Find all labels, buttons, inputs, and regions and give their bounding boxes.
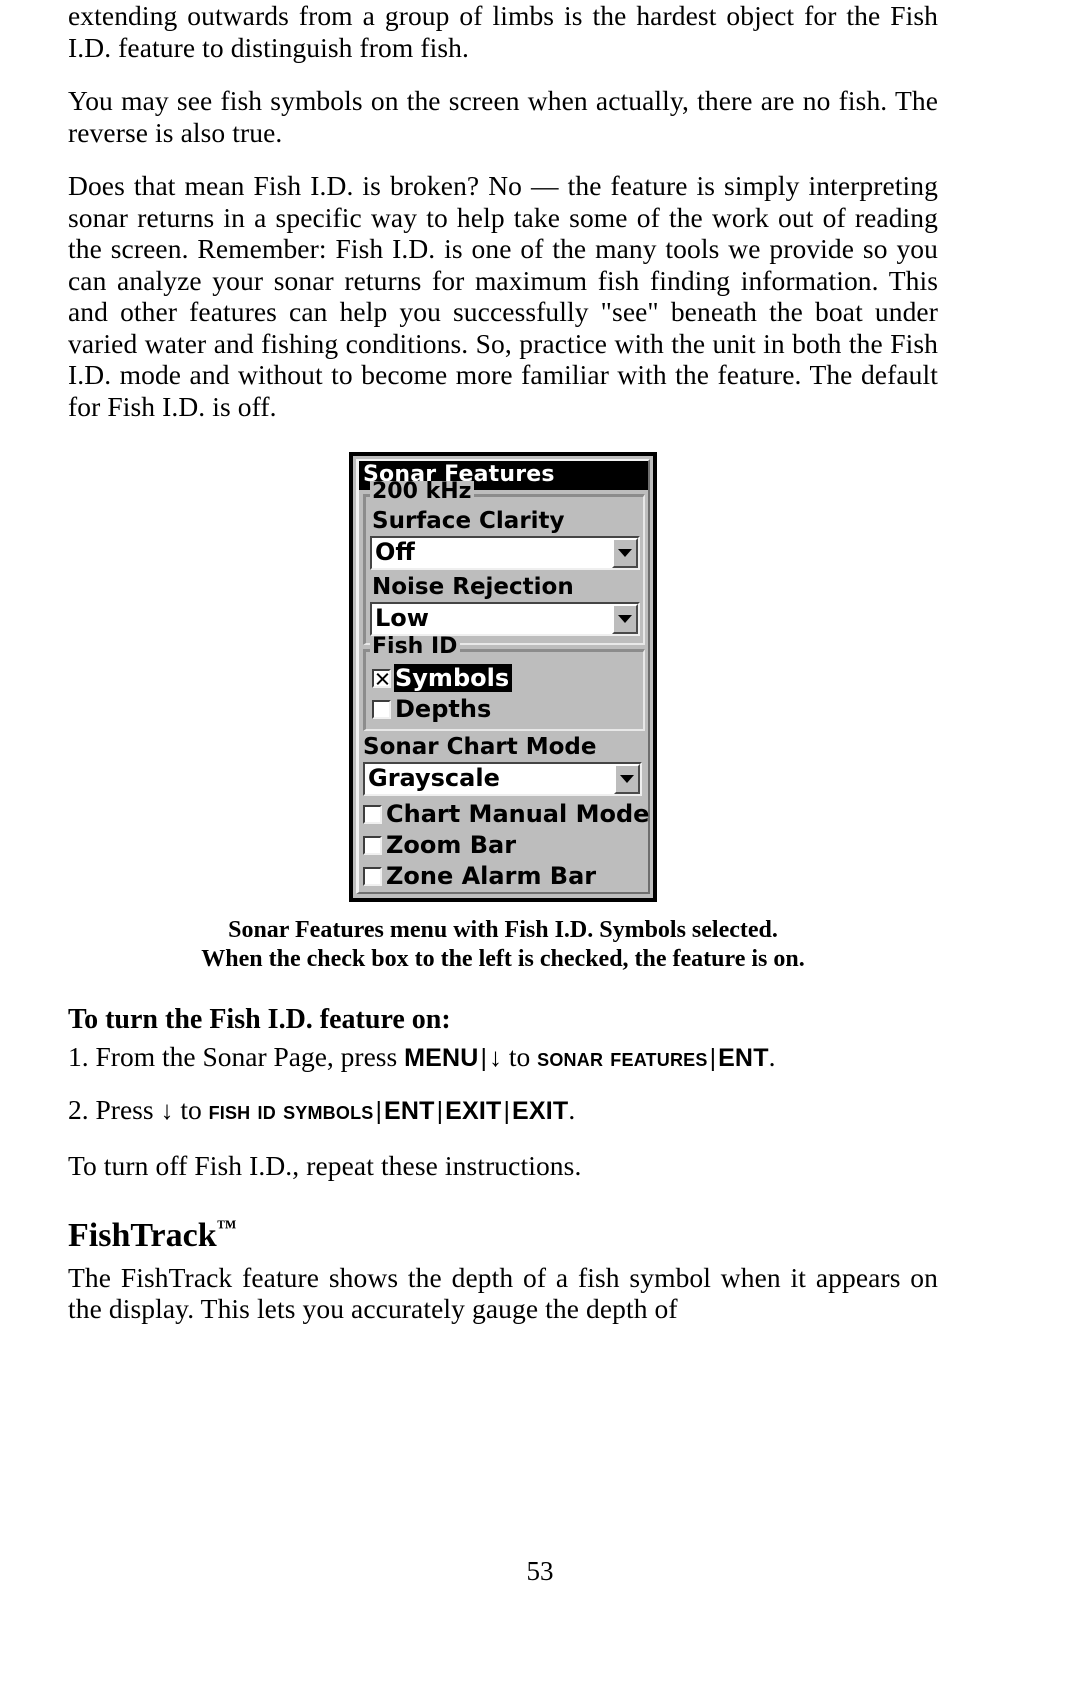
- down-arrow-icon: ↓: [160, 1095, 174, 1125]
- paragraph-2: You may see fish symbols on the screen w…: [68, 85, 938, 148]
- step1-separator-2: |: [709, 1044, 717, 1072]
- step2-separator-1: |: [375, 1097, 382, 1125]
- page-number: 53: [526, 1556, 554, 1586]
- dialog-window: Sonar Features 200 kHz Surface Clarity O…: [356, 459, 650, 894]
- paragraph-turn-off: To turn off Fish I.D., repeat these inst…: [68, 1150, 582, 1181]
- step2-lead: 2. Press: [68, 1094, 161, 1125]
- checkbox-row-zone-alarm-bar[interactable]: Zone Alarm Bar: [359, 861, 648, 891]
- step1-key-ent: ENT: [718, 1044, 769, 1072]
- noise-rejection-label: Noise Rejection: [372, 574, 574, 600]
- trademark-icon: ™: [216, 1216, 237, 1239]
- sonar-chart-mode-dropdown[interactable]: Grayscale: [363, 762, 642, 796]
- paragraph-1: extending outwards from a group of limbs…: [68, 0, 938, 63]
- checkbox-row-zoom-bar[interactable]: Zoom Bar: [359, 830, 648, 860]
- surface-clarity-dropdown[interactable]: Off: [370, 536, 640, 570]
- checkbox-label-zoom-bar: Zoom Bar: [386, 831, 517, 859]
- chevron-down-icon[interactable]: [612, 538, 638, 568]
- step2-separator-3: |: [503, 1097, 510, 1125]
- instructions-heading: To turn the Fish I.D. feature on:: [68, 1004, 451, 1035]
- document-page: extending outwards from a group of limbs…: [68, 0, 938, 1682]
- group-fish-id-label: Fish ID: [370, 636, 461, 658]
- instruction-step-2: 2. Press ↓ to Fish ID Symbols|ENT|EXIT|E…: [68, 1093, 938, 1128]
- group-frequency-label: 200 kHz: [370, 481, 475, 503]
- checkbox-unchecked-icon[interactable]: [363, 866, 382, 886]
- group-fish-id: Fish ID Symbols Depths: [363, 636, 645, 731]
- step1-end: .: [768, 1041, 776, 1072]
- figure-caption: Sonar Features menu with Fish I.D. Symbo…: [68, 916, 938, 974]
- paragraph-fishtrack: The FishTrack feature shows the depth of…: [68, 1261, 938, 1325]
- checkbox-unchecked-icon[interactable]: [363, 835, 382, 855]
- group-frequency: 200 kHz Surface Clarity Off Noise Reject…: [363, 481, 645, 645]
- lcd-device-screen: Sonar Features 200 kHz Surface Clarity O…: [349, 452, 657, 902]
- step1-target-sonar-features: Sonar Features: [537, 1044, 708, 1072]
- chevron-down-icon[interactable]: [614, 764, 640, 794]
- surface-clarity-value: Off: [375, 538, 415, 566]
- step1-key-menu: MENU: [404, 1044, 479, 1072]
- section-heading-text: FishTrack: [68, 1216, 217, 1254]
- checkbox-unchecked-icon[interactable]: [372, 699, 391, 719]
- sonar-chart-mode-value: Grayscale: [368, 764, 500, 792]
- chevron-down-icon[interactable]: [612, 604, 638, 634]
- sonar-chart-mode-label: Sonar Chart Mode: [363, 734, 597, 760]
- step1-lead: 1. From the Sonar Page, press: [68, 1041, 405, 1072]
- figure-sonar-features-dialog: Sonar Features 200 kHz Surface Clarity O…: [68, 452, 938, 902]
- instruction-step-1: 1. From the Sonar Page, press MENU|↓ to …: [68, 1040, 938, 1075]
- figure-caption-line-1: Sonar Features menu with Fish I.D. Symbo…: [228, 917, 778, 943]
- section-heading-fishtrack: FishTrack™: [68, 1216, 938, 1256]
- noise-rejection-dropdown[interactable]: Low: [370, 602, 640, 636]
- checkbox-unchecked-icon[interactable]: [363, 804, 382, 824]
- step2-key-ent: ENT: [383, 1097, 435, 1125]
- sonar-chart-mode-field: Sonar Chart Mode Grayscale: [359, 733, 648, 796]
- checkbox-label-depths: Depths: [395, 695, 492, 723]
- checkbox-label-chart-manual-mode: Chart Manual Mode: [386, 800, 650, 828]
- down-arrow-icon: ↓: [489, 1042, 502, 1072]
- step2-separator-2: |: [436, 1097, 444, 1125]
- paragraph-3: Does that mean Fish I.D. is broken? No —…: [68, 170, 938, 422]
- step2-mid: to: [173, 1094, 209, 1125]
- step2-key-exit-2: EXIT: [511, 1097, 569, 1125]
- step1-separator-1: |: [480, 1044, 488, 1072]
- step2-key-exit-1: EXIT: [445, 1097, 502, 1125]
- checkbox-label-symbols: Symbols: [394, 664, 513, 692]
- noise-rejection-value: Low: [375, 604, 429, 632]
- step2-end: .: [568, 1094, 576, 1125]
- checkbox-row-symbols[interactable]: Symbols: [368, 663, 641, 693]
- surface-clarity-label: Surface Clarity: [372, 508, 565, 534]
- checkbox-row-depths[interactable]: Depths: [368, 694, 641, 724]
- checkbox-checked-icon[interactable]: [372, 668, 391, 688]
- checkbox-label-zone-alarm-bar: Zone Alarm Bar: [386, 862, 597, 890]
- figure-caption-line-2: When the check box to the left is checke…: [201, 946, 805, 972]
- step2-target-fish-id-symbols: Fish ID Symbols: [208, 1097, 374, 1125]
- step1-mid: to: [502, 1041, 538, 1072]
- checkbox-row-chart-manual-mode[interactable]: Chart Manual Mode: [359, 799, 649, 829]
